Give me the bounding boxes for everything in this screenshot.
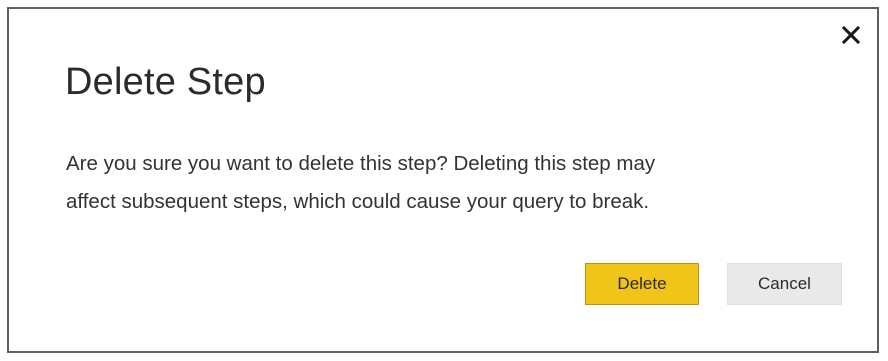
close-button[interactable] xyxy=(837,21,865,49)
cancel-button[interactable]: Cancel xyxy=(727,263,842,305)
delete-button[interactable]: Delete xyxy=(585,263,699,305)
dialog-message-line-2: affect subsequent steps, which could cau… xyxy=(66,190,650,213)
dialog-message: Are you sure you want to delete this ste… xyxy=(66,145,826,221)
dialog-message-line-1: Are you sure you want to delete this ste… xyxy=(66,152,656,175)
close-icon xyxy=(842,26,860,44)
delete-step-dialog: Delete Step Are you sure you want to del… xyxy=(7,7,879,353)
dialog-title: Delete Step xyxy=(65,61,266,103)
